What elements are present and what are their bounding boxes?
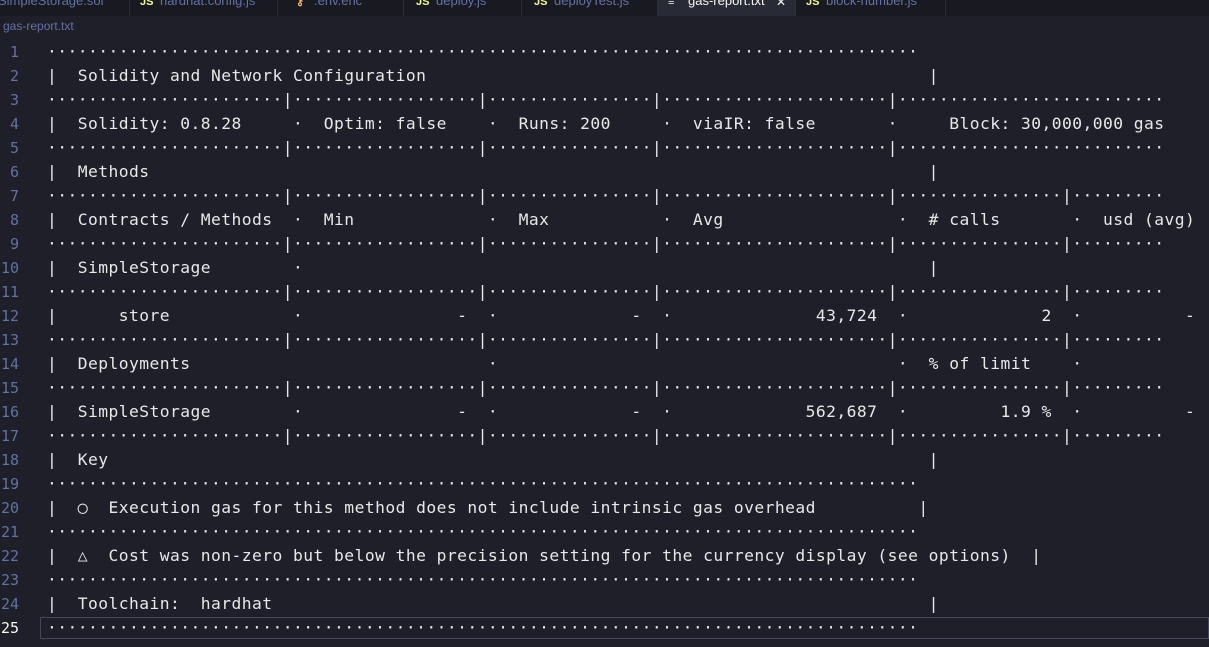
line-number: 8 [9, 211, 19, 229]
code-line[interactable]: 11 ·······················|··············… [0, 280, 1209, 304]
line-number: 13 [0, 331, 19, 349]
line-number: 10 [0, 259, 19, 277]
line-number: 18 [0, 451, 19, 469]
code-text[interactable]: ·······················|················… [47, 424, 1164, 448]
line-number: 4 [9, 115, 19, 133]
line-number: 15 [0, 379, 19, 397]
line-number: 25 [0, 619, 19, 637]
code-text[interactable]: ·······················|················… [47, 328, 1164, 352]
code-line[interactable]: 13 ·······················|··············… [0, 328, 1209, 352]
line-number: 7 [9, 187, 19, 205]
code-line[interactable]: 17 ·······················|··············… [0, 424, 1209, 448]
line-number: 20 [0, 499, 19, 517]
code-line[interactable]: 2 | Solidity and Network Configuration | [0, 64, 1209, 88]
code-text[interactable]: | Contracts / Methods · Min · Max · Avg … [47, 208, 1209, 232]
line-number: 19 [0, 475, 19, 493]
tab-block-number-js[interactable]: JS block-number.js [796, 0, 946, 16]
code-text[interactable]: ·······················|················… [47, 136, 1164, 160]
close-icon[interactable]: ✕ [776, 0, 786, 9]
code-text[interactable]: | Deployments · · % of limit · | [47, 352, 1209, 376]
code-line[interactable]: 7 ·······················|···············… [0, 184, 1209, 208]
code-line[interactable]: 20 | ◯ Execution gas for this method does… [0, 496, 1209, 520]
code-text[interactable]: | store · - · - · 43,724 · 2 · - | [47, 304, 1209, 328]
code-line[interactable]: 6 | Methods | [0, 160, 1209, 184]
tab-hardhat-config[interactable]: JS hardhat.config.js [130, 0, 278, 16]
tab-label: .env.enc [314, 0, 363, 8]
code-text[interactable]: | Key | [47, 448, 939, 472]
text-file-icon: ≡ [668, 0, 675, 8]
code-text[interactable]: | Solidity: 0.8.28 · Optim: false · Runs… [47, 112, 1209, 136]
code-text[interactable]: | SimpleStorage · | [47, 256, 939, 280]
code-text[interactable]: ·······················|················… [47, 184, 1164, 208]
tab-label: deployTest.js [554, 0, 630, 8]
tab-simplestorage-sol[interactable]: SimpleStorage.sol [0, 0, 130, 16]
tab-label: hardhat.config.js [160, 0, 256, 8]
code-line[interactable]: 22 | △ Cost was non-zero but below the pr… [0, 544, 1209, 568]
line-number: 23 [0, 571, 19, 589]
tab-label: deploy.js [436, 0, 487, 8]
code-text[interactable]: ·······················|················… [47, 88, 1164, 112]
line-number: 22 [0, 547, 19, 565]
code-line[interactable]: 19 ······································… [0, 472, 1209, 496]
tab-deploy-js[interactable]: JS deploy.js [404, 0, 522, 16]
code-text[interactable]: | ◯ Execution gas for this method does n… [47, 496, 929, 520]
tab-label: block-number.js [826, 0, 918, 8]
line-number: 9 [9, 235, 19, 253]
line-number: 5 [9, 139, 19, 157]
js-file-icon: JS [416, 0, 430, 8]
code-text[interactable]: | Toolchain: hardhat | [47, 592, 939, 616]
line-number: 6 [9, 163, 19, 181]
code-text[interactable]: ········································… [47, 472, 918, 496]
line-number: 2 [9, 67, 19, 85]
line-number: 12 [0, 307, 19, 325]
tab-deploytest-js[interactable]: JS deployTest.js [522, 0, 658, 16]
code-text[interactable]: | Solidity and Network Configuration | [47, 64, 939, 88]
code-line[interactable]: 9 ·······················|···············… [0, 232, 1209, 256]
code-text[interactable]: | △ Cost was non-zero but below the prec… [47, 544, 1041, 568]
tab-bar: SimpleStorage.sol JS hardhat.config.js ⚷… [0, 0, 1209, 16]
tab-label: gas-report.txt [688, 0, 765, 8]
line-number: 11 [0, 283, 19, 301]
code-line[interactable]: 12 | store · - · - · 43,724 · 2 · - | [0, 304, 1209, 328]
code-text[interactable]: ·······················|················… [47, 232, 1164, 256]
code-text[interactable]: ········································… [47, 40, 918, 64]
line-number: 21 [0, 523, 19, 541]
js-file-icon: JS [140, 0, 154, 8]
code-line[interactable]: 14 | Deployments · · % of limit · | [0, 352, 1209, 376]
tab-gas-report[interactable]: ≡ gas-report.txt ✕ [658, 0, 796, 16]
editor[interactable]: 1 ·······································… [0, 40, 1209, 647]
code-text[interactable]: ·······················|················… [47, 280, 1164, 304]
tab-label: SimpleStorage.sol [0, 0, 104, 8]
code-line[interactable]: 23 ······································… [0, 568, 1209, 592]
line-number: 14 [0, 355, 19, 373]
code-line[interactable]: 21 ······································… [0, 520, 1209, 544]
code-line[interactable]: 24 | Toolchain: hardhat | [0, 592, 1209, 616]
code-text[interactable]: ········································… [47, 616, 918, 640]
code-line[interactable]: 3 ·······················|···············… [0, 88, 1209, 112]
key-file-icon: ⚷ [296, 0, 305, 8]
line-number: 3 [9, 91, 19, 109]
code-line[interactable]: 16 | SimpleStorage · - · - · 562,687 · 1.… [0, 400, 1209, 424]
line-number: 1 [9, 43, 19, 61]
code-text[interactable]: ········································… [47, 520, 918, 544]
code-line[interactable]: 15 ·······················|··············… [0, 376, 1209, 400]
code-line[interactable]: 5 ·······················|···············… [0, 136, 1209, 160]
code-text[interactable]: ········································… [47, 568, 918, 592]
code-line[interactable]: 1 ·······································… [0, 40, 1209, 64]
code-line[interactable]: 4 | Solidity: 0.8.28 · Optim: false · Run… [0, 112, 1209, 136]
js-file-icon: JS [806, 0, 820, 8]
js-file-icon: JS [534, 0, 548, 8]
breadcrumb[interactable]: gas-report.txt [3, 19, 74, 33]
code-line[interactable]: 25 ······································… [0, 616, 1209, 640]
line-number: 17 [0, 427, 19, 445]
code-line[interactable]: 10 | SimpleStorage · | [0, 256, 1209, 280]
code-text[interactable]: | SimpleStorage · - · - · 562,687 · 1.9 … [47, 400, 1209, 424]
code-line[interactable]: 18 | Key | [0, 448, 1209, 472]
tab-env-enc[interactable]: ⚷ .env.enc [278, 0, 404, 16]
line-number: 24 [0, 595, 19, 613]
code-text[interactable]: | Methods | [47, 160, 939, 184]
line-number: 16 [0, 403, 19, 421]
code-text[interactable]: ·······················|················… [47, 376, 1164, 400]
code-line[interactable]: 8 | Contracts / Methods · Min · Max · Avg… [0, 208, 1209, 232]
